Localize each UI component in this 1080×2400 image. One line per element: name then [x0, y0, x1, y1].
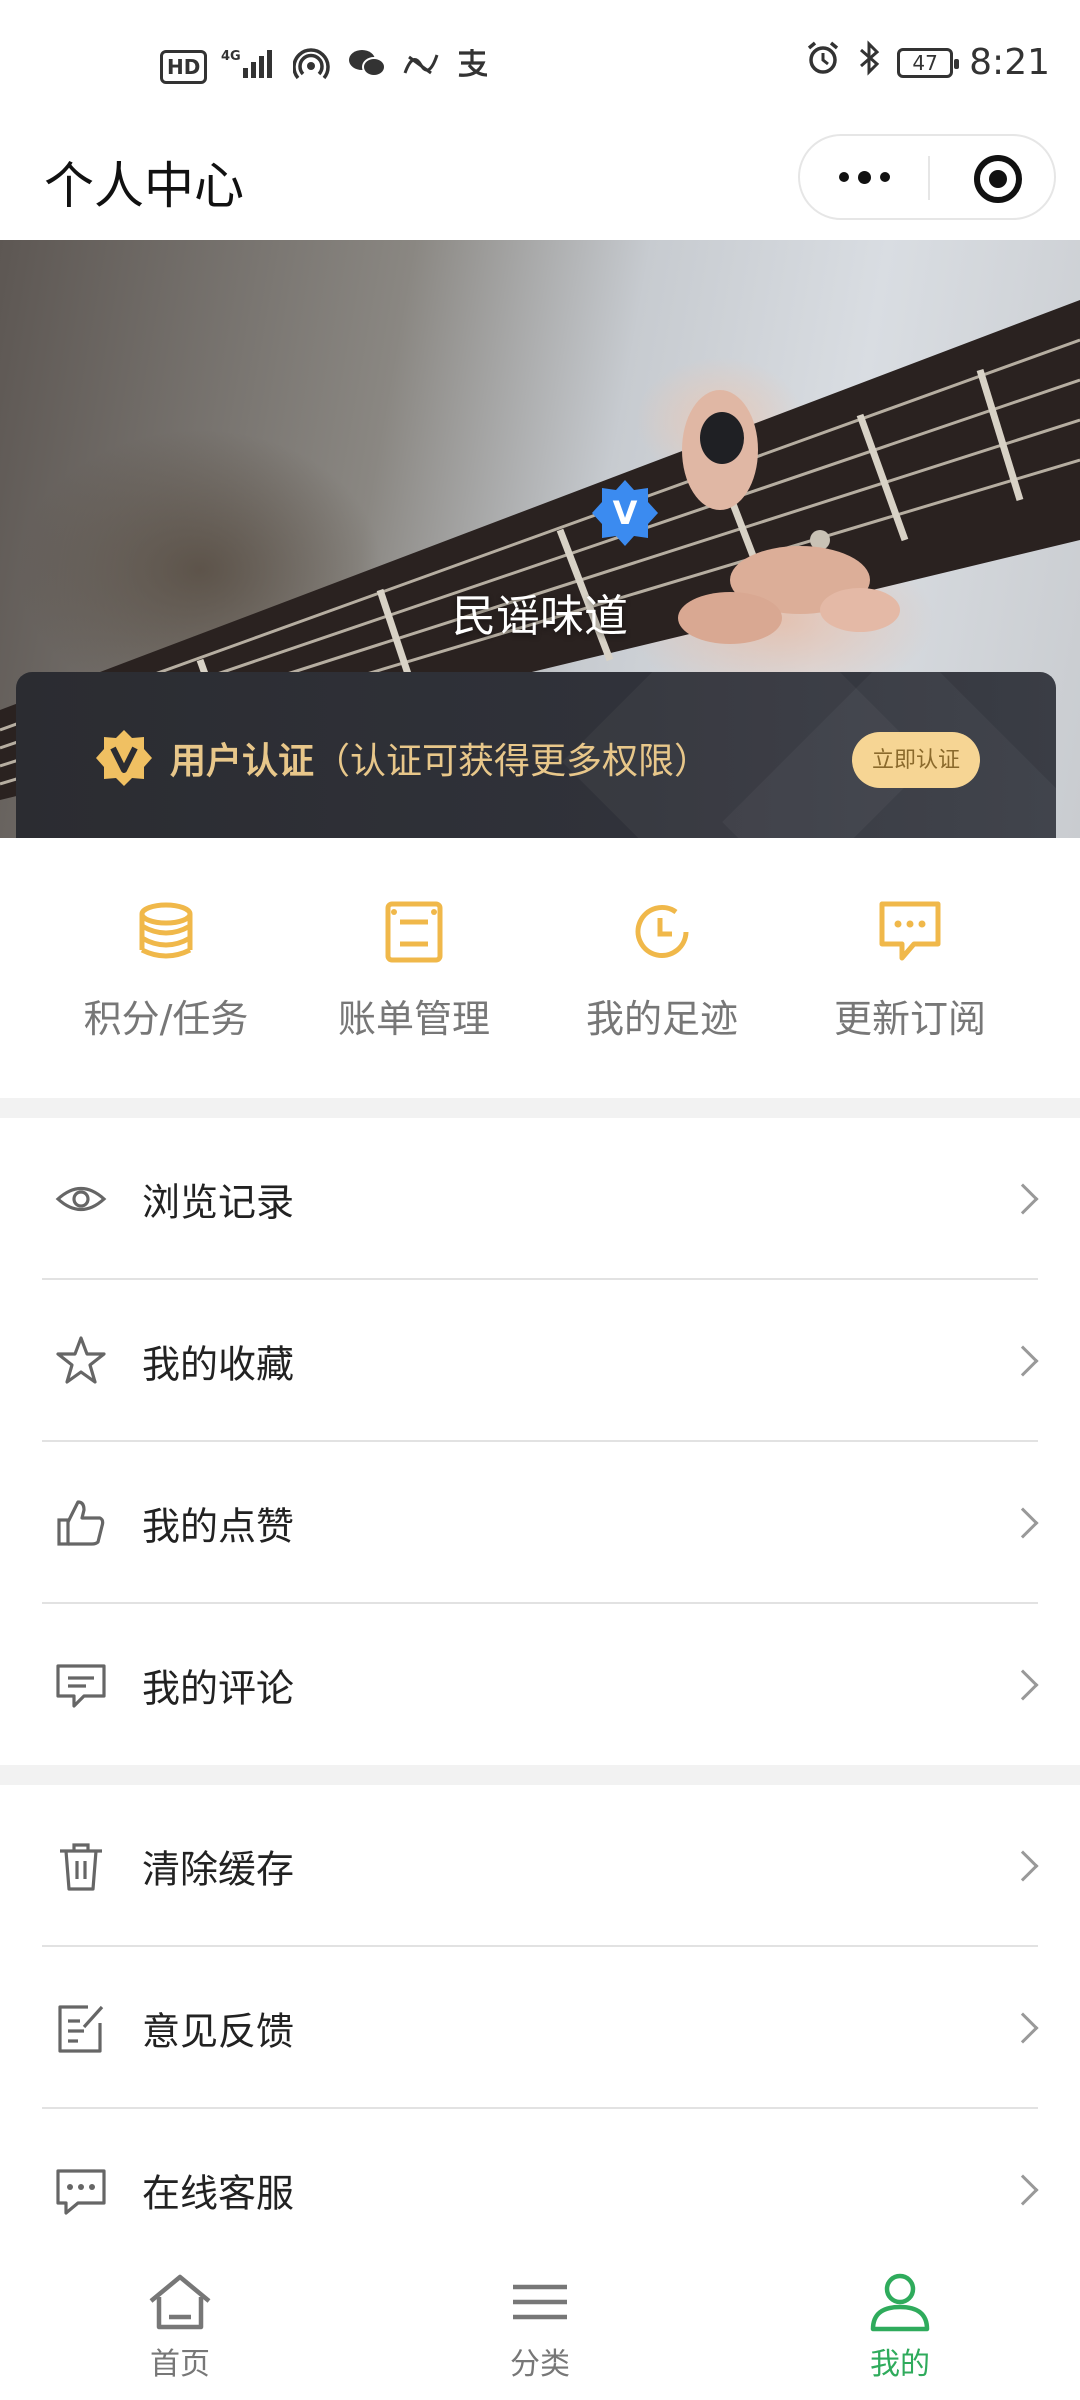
menu-item-comments[interactable]: 我的评论: [0, 1604, 1080, 1766]
chevron-right-icon: [1007, 1345, 1039, 1377]
wechat-icon: [347, 47, 387, 86]
chevron-right-icon: [1007, 1183, 1039, 1215]
section-divider: [0, 1765, 1080, 1785]
app-notification-icon: [401, 47, 441, 86]
verified-badge-letter: V: [613, 494, 638, 532]
user-icon: [870, 2273, 930, 2332]
chevron-right-icon: [1007, 1669, 1039, 1701]
menu-item-likes[interactable]: 我的点赞: [0, 1442, 1080, 1604]
close-mini-program-button[interactable]: [974, 155, 1022, 203]
quick-actions: 积分/任务 账单管理 我的足迹 更新订阅: [0, 838, 1080, 1098]
verification-hint: （认证可获得更多权限）: [314, 741, 711, 782]
trash-icon: [60, 1843, 102, 1891]
menu-icon: [513, 2284, 567, 2320]
quick-action-footprints[interactable]: 我的足迹: [538, 838, 786, 1098]
verified-gold-icon: [96, 730, 152, 786]
alipay-icon: [455, 47, 491, 86]
bill-icon: [385, 901, 443, 963]
menu-item-label: 我的点赞: [142, 1504, 295, 1549]
user-verification-card[interactable]: 用户认证（认证可获得更多权限） 立即认证: [16, 672, 1056, 838]
menu-item-label: 清除缓存: [142, 1847, 295, 1892]
signal-icon: 4G: [221, 46, 279, 87]
battery-icon: 47: [897, 47, 960, 78]
capsule-divider: [928, 156, 930, 200]
menu-item-label: 在线客服: [142, 2171, 295, 2216]
menu-item-clear-cache[interactable]: 清除缓存: [0, 1785, 1080, 1947]
chat-icon: [56, 2169, 106, 2215]
alarm-icon: [805, 40, 841, 85]
clock-icon: [635, 905, 689, 958]
eye-icon: [55, 1186, 107, 1212]
verification-text: 用户认证（认证可获得更多权限）: [170, 732, 710, 784]
status-left-icons: HD 4G: [160, 46, 491, 87]
svg-text:4G: 4G: [221, 49, 241, 64]
more-dot: [879, 172, 890, 182]
tab-home[interactable]: 首页: [0, 2245, 360, 2400]
quick-action-subscriptions[interactable]: 更新订阅: [786, 838, 1034, 1098]
quick-action-label: 我的足迹: [585, 997, 738, 1041]
home-icon: [149, 2274, 211, 2330]
quick-action-label: 更新订阅: [833, 997, 986, 1041]
status-bar: HD 4G 47 8:21: [0, 0, 1080, 130]
tab-categories[interactable]: 分类: [360, 2245, 720, 2400]
section-divider: [0, 1098, 1080, 1118]
verified-badge-icon: V: [592, 480, 658, 546]
menu-item-label: 我的评论: [142, 1666, 295, 1711]
quick-action-label: 积分/任务: [83, 997, 249, 1041]
menu-item-favorites[interactable]: 我的收藏: [0, 1280, 1080, 1442]
title-bar: 个人中心: [0, 130, 1080, 240]
menu-item-label: 意见反馈: [142, 2009, 295, 2054]
username: 民谣味道: [452, 591, 628, 642]
verify-now-button[interactable]: 立即认证: [852, 732, 980, 788]
tab-label: 首页: [150, 2347, 210, 2382]
clock-time: 8:21: [969, 42, 1050, 83]
chevron-right-icon: [1007, 1850, 1039, 1882]
comment-icon: [56, 1664, 106, 1708]
bottom-tab-bar: 首页 分类 我的: [0, 2245, 1080, 2400]
quick-action-points-tasks[interactable]: 积分/任务: [42, 838, 290, 1098]
menu-item-label: 浏览记录: [142, 1180, 295, 1225]
chevron-right-icon: [1007, 2174, 1039, 2206]
menu-group-activity: 浏览记录 我的收藏 我的点赞 我的评论: [0, 1118, 1080, 1765]
page-title: 个人中心: [44, 157, 244, 215]
chevron-right-icon: [1007, 2012, 1039, 2044]
thumbs-up-icon: [57, 1500, 105, 1546]
more-dots-icon: [838, 172, 849, 182]
tab-label: 我的: [870, 2347, 930, 2382]
quick-action-bills[interactable]: 账单管理: [290, 838, 538, 1098]
chevron-right-icon: [1007, 1507, 1039, 1539]
hotspot-icon: [292, 46, 333, 87]
mini-program-capsule: [798, 134, 1056, 220]
profile-banner: V 民谣味道 用户认证（认证可获得更多权限） 立即认证: [0, 240, 1080, 838]
tab-label: 分类: [510, 2347, 570, 2382]
menu-group-settings: 清除缓存 意见反馈 在线客服: [0, 1785, 1080, 2245]
menu-item-feedback[interactable]: 意见反馈: [0, 1947, 1080, 2109]
coins-icon: [139, 902, 193, 959]
menu-item-label: 我的收藏: [142, 1342, 295, 1387]
more-options-button[interactable]: [800, 136, 928, 218]
status-right-icons: 47 8:21: [805, 40, 1050, 85]
menu-item-browse-history[interactable]: 浏览记录: [0, 1118, 1080, 1280]
verification-title: 用户认证: [170, 741, 315, 782]
quick-action-label: 账单管理: [337, 997, 490, 1041]
hd-indicator: HD: [160, 49, 208, 84]
message-icon: [879, 901, 941, 961]
bluetooth-icon: [857, 40, 881, 85]
star-icon: [56, 1336, 106, 1384]
more-dot: [857, 170, 871, 184]
feedback-icon: [58, 2005, 104, 2053]
tab-mine[interactable]: 我的: [720, 2245, 1080, 2400]
